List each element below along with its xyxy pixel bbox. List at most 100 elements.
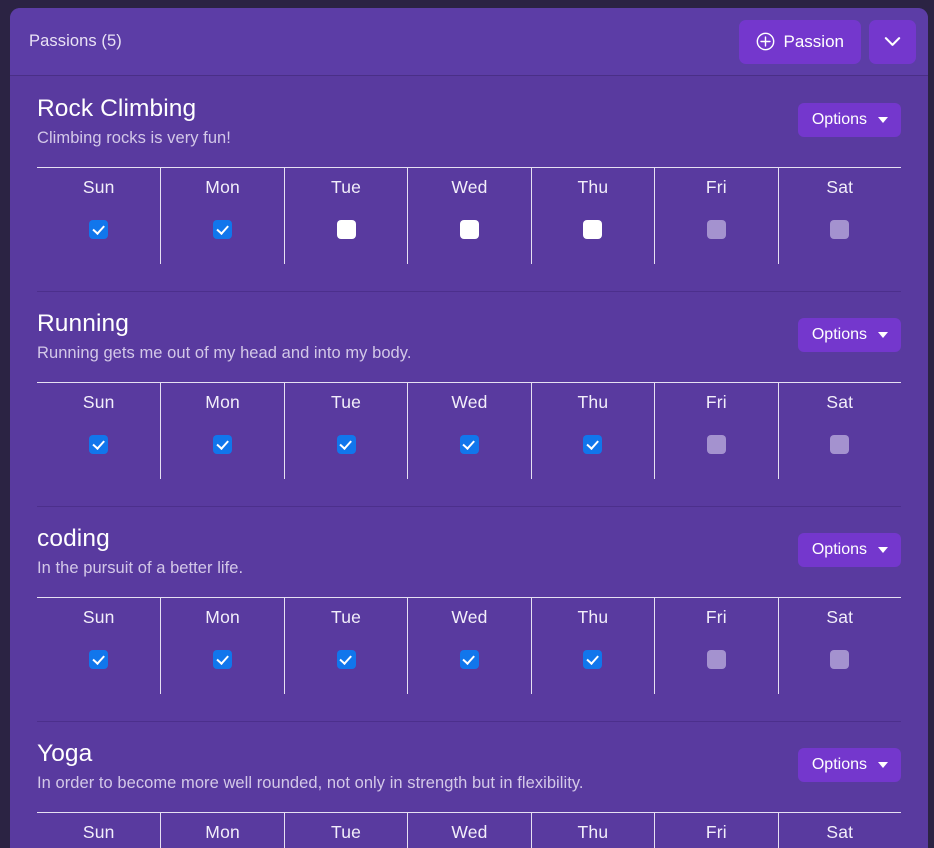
day-column-wed[interactable]: Wed [407, 598, 530, 694]
day-column-thu[interactable]: Thu [530, 168, 654, 264]
passion-options-button[interactable]: Options [797, 318, 901, 352]
day-checkbox-wed[interactable] [459, 434, 479, 454]
day-label: Sat [826, 822, 854, 842]
day-column-sat[interactable]: Sat [777, 813, 901, 848]
day-label: Tue [331, 822, 362, 842]
day-checkbox-sat [830, 434, 850, 454]
day-column-tue[interactable]: Tue [283, 383, 407, 479]
day-label: Sun [82, 392, 115, 412]
day-checkbox-thu[interactable] [583, 219, 603, 239]
day-column-thu[interactable]: Thu [530, 813, 654, 848]
passion-name: coding [37, 525, 110, 552]
passion-options-label: Options [811, 326, 867, 343]
passion-options-button[interactable]: Options [797, 103, 901, 137]
passion-section: Yoga In order to become more well rounded… [10, 721, 928, 848]
day-label: Tue [331, 607, 362, 627]
day-label: Sun [82, 607, 115, 627]
day-column-sun[interactable]: Sun [37, 383, 160, 479]
chevron-down-icon [883, 35, 902, 48]
day-column-tue[interactable]: Tue [283, 813, 407, 848]
passions-card: Passions (5) Passion Rock Climbing Climb… [10, 8, 928, 848]
caret-down-icon [878, 332, 888, 338]
day-column-fri[interactable]: Fri [654, 168, 777, 264]
day-checkbox-mon[interactable] [213, 434, 233, 454]
passion-section: coding In the pursuit of a better life. Op… [10, 506, 928, 721]
day-column-sat[interactable]: Sat [777, 168, 901, 264]
passion-options-label: Options [811, 111, 867, 128]
weekday-grid: Sun Mon Tue Wed Thu Fri Sat [37, 167, 901, 291]
day-checkbox-thu[interactable] [583, 649, 603, 669]
day-column-thu[interactable]: Thu [530, 383, 654, 479]
day-checkbox-sun[interactable] [89, 434, 109, 454]
day-label: Mon [205, 607, 240, 627]
day-checkbox-sun[interactable] [89, 219, 109, 239]
day-label: Sun [82, 177, 115, 197]
day-checkbox-tue[interactable] [336, 434, 356, 454]
passion-text: Yoga In order to become more well rounded… [37, 739, 901, 795]
day-label: Sat [826, 607, 854, 627]
day-checkbox-thu[interactable] [583, 434, 603, 454]
day-label: Wed [451, 392, 488, 412]
day-column-sat[interactable]: Sat [777, 598, 901, 694]
day-label: Mon [205, 392, 240, 412]
day-column-wed[interactable]: Wed [407, 383, 530, 479]
day-checkbox-sat [830, 219, 850, 239]
passion-description: In order to become more well rounded, no… [37, 774, 584, 793]
day-label: Wed [451, 822, 488, 842]
day-column-fri[interactable]: Fri [654, 598, 777, 694]
passion-name: Yoga [37, 740, 93, 767]
passion-list: Rock Climbing Climbing rocks is very fun!… [10, 76, 928, 848]
day-label: Mon [205, 822, 240, 842]
day-label: Fri [705, 392, 727, 412]
day-checkbox-mon[interactable] [213, 649, 233, 669]
day-label: Wed [451, 607, 488, 627]
day-column-sun[interactable]: Sun [37, 598, 160, 694]
day-label: Sun [82, 822, 115, 842]
header-actions: Passion [738, 19, 916, 64]
weekday-grid: Sun Mon Tue Wed Thu Fri Sat [37, 382, 901, 506]
passion-name: Running [37, 310, 129, 337]
day-column-sat[interactable]: Sat [777, 383, 901, 479]
passion-options-button[interactable]: Options [797, 533, 901, 567]
day-column-mon[interactable]: Mon [160, 813, 283, 848]
day-checkbox-mon[interactable] [213, 219, 233, 239]
day-label: Thu [577, 822, 609, 842]
day-column-mon[interactable]: Mon [160, 383, 283, 479]
day-column-wed[interactable]: Wed [407, 813, 530, 848]
passion-options-label: Options [811, 541, 867, 558]
day-checkbox-wed[interactable] [459, 649, 479, 669]
day-column-mon[interactable]: Mon [160, 168, 283, 264]
caret-down-icon [878, 547, 888, 553]
passions-dropdown-button[interactable] [869, 19, 916, 64]
day-label: Tue [331, 177, 362, 197]
day-label: Fri [705, 607, 727, 627]
day-column-sun[interactable]: Sun [37, 813, 160, 848]
day-checkbox-tue[interactable] [336, 219, 356, 239]
plus-circle-icon [756, 32, 775, 51]
passion-section: Rock Climbing Climbing rocks is very fun!… [10, 76, 928, 291]
weekday-grid: Sun Mon Tue Wed Thu Fri Sat [37, 812, 901, 848]
day-checkbox-sun[interactable] [89, 649, 109, 669]
day-column-sun[interactable]: Sun [37, 168, 160, 264]
passion-header: Rock Climbing Climbing rocks is very fun!… [37, 94, 901, 156]
day-column-tue[interactable]: Tue [283, 598, 407, 694]
day-column-thu[interactable]: Thu [530, 598, 654, 694]
day-label: Sat [826, 392, 854, 412]
add-passion-label: Passion [783, 32, 844, 51]
day-column-mon[interactable]: Mon [160, 598, 283, 694]
passion-description: Running gets me out of my head and into … [37, 344, 412, 363]
day-column-fri[interactable]: Fri [654, 813, 777, 848]
day-checkbox-wed[interactable] [459, 219, 479, 239]
day-label: Tue [331, 392, 362, 412]
day-label: Wed [451, 177, 488, 197]
day-column-wed[interactable]: Wed [407, 168, 530, 264]
app-shell: Passions (5) Passion Rock Climbing Climb… [0, 0, 934, 848]
caret-down-icon [878, 117, 888, 123]
day-checkbox-fri [706, 219, 726, 239]
add-passion-button[interactable]: Passion [738, 19, 861, 64]
passion-options-button[interactable]: Options [797, 748, 901, 782]
day-label: Thu [577, 177, 609, 197]
day-column-tue[interactable]: Tue [283, 168, 407, 264]
day-checkbox-tue[interactable] [336, 649, 356, 669]
day-column-fri[interactable]: Fri [654, 383, 777, 479]
